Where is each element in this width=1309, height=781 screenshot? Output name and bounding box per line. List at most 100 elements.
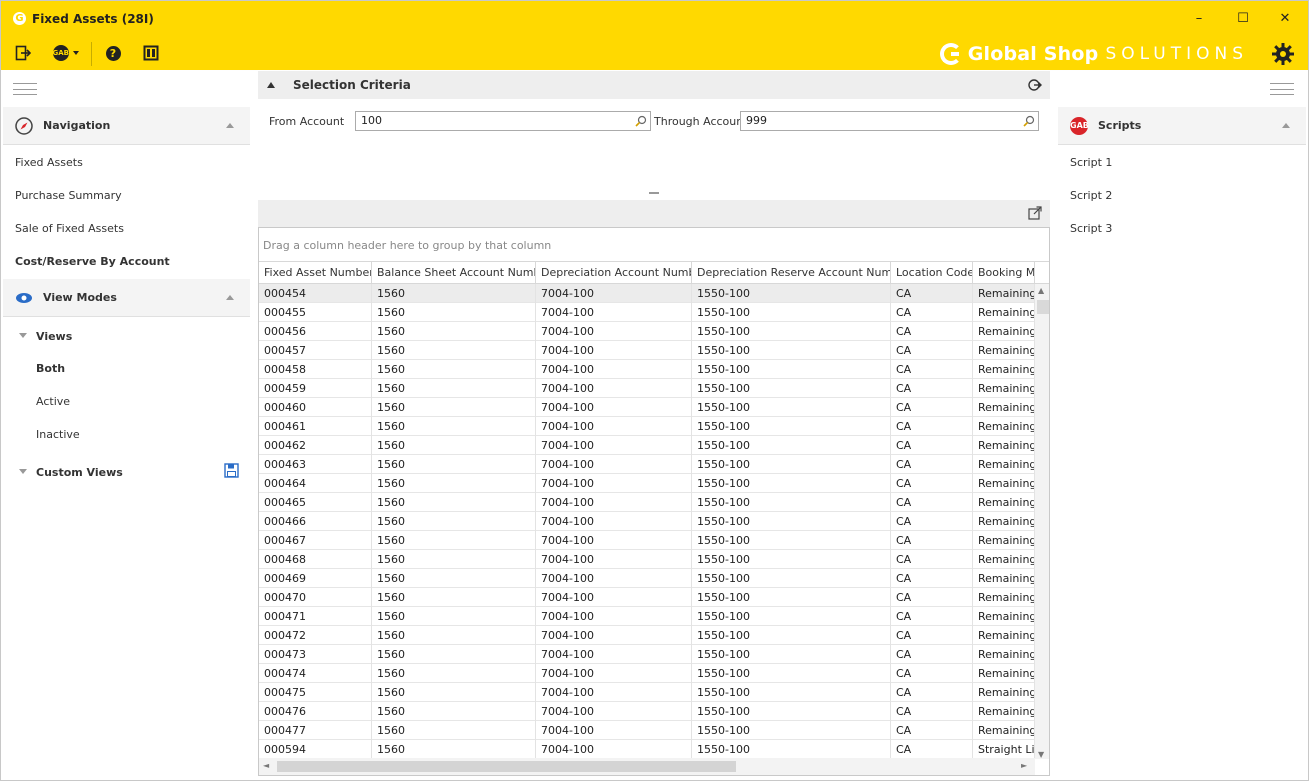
splitter-handle[interactable]	[649, 192, 659, 194]
table-cell[interactable]: 7004-100	[536, 740, 692, 759]
table-cell[interactable]: 1560	[372, 474, 536, 493]
column-header[interactable]: Depreciation Reserve Account Number	[692, 262, 891, 284]
table-cell[interactable]: 7004-100	[536, 645, 692, 664]
table-cell[interactable]: 1560	[372, 645, 536, 664]
table-cell[interactable]: 1560	[372, 683, 536, 702]
table-cell[interactable]: 000460	[259, 398, 372, 417]
table-cell[interactable]: 1550-100	[692, 512, 891, 531]
table-cell[interactable]: Remaining Life	[973, 322, 1035, 341]
table-cell[interactable]: 7004-100	[536, 360, 692, 379]
table-cell[interactable]: 1560	[372, 493, 536, 512]
nav-item-fixed-assets[interactable]: Fixed Assets	[15, 156, 83, 169]
table-cell[interactable]: 1560	[372, 569, 536, 588]
column-header[interactable]: Fixed Asset Number	[259, 262, 372, 284]
table-row[interactable]: 00045915607004-1001550-100CARemaining Li…	[259, 379, 1035, 398]
script-item-3[interactable]: Script 3	[1070, 222, 1112, 235]
table-cell[interactable]: CA	[891, 379, 973, 398]
table-cell[interactable]: 1550-100	[692, 588, 891, 607]
table-cell[interactable]: Remaining Life	[973, 531, 1035, 550]
table-cell[interactable]: 000467	[259, 531, 372, 550]
table-cell[interactable]: CA	[891, 284, 973, 303]
table-cell[interactable]: 1550-100	[692, 626, 891, 645]
table-row[interactable]: 00047015607004-1001550-100CARemaining Li…	[259, 588, 1035, 607]
search-icon[interactable]	[635, 115, 647, 127]
table-row[interactable]: 00047715607004-1001550-100CARemaining Li…	[259, 721, 1035, 740]
table-cell[interactable]: 7004-100	[536, 398, 692, 417]
table-cell[interactable]: 000477	[259, 721, 372, 740]
table-cell[interactable]: 1550-100	[692, 569, 891, 588]
table-cell[interactable]: 000474	[259, 664, 372, 683]
table-row[interactable]: 00045615607004-1001550-100CARemaining Li…	[259, 322, 1035, 341]
vertical-scrollbar[interactable]: ▲ ▼	[1035, 284, 1049, 759]
table-cell[interactable]: Remaining Life	[973, 626, 1035, 645]
table-cell[interactable]: Remaining Life	[973, 645, 1035, 664]
table-cell[interactable]: 000473	[259, 645, 372, 664]
column-header[interactable]: Balance Sheet Account Number	[372, 262, 536, 284]
table-cell[interactable]: 000456	[259, 322, 372, 341]
table-cell[interactable]: CA	[891, 303, 973, 322]
table-cell[interactable]: 1550-100	[692, 284, 891, 303]
column-header[interactable]: Booking Method	[973, 262, 1035, 284]
table-cell[interactable]: CA	[891, 607, 973, 626]
table-cell[interactable]: CA	[891, 398, 973, 417]
table-cell[interactable]: 000468	[259, 550, 372, 569]
scroll-down-icon[interactable]: ▼	[1038, 750, 1044, 759]
table-cell[interactable]: 1550-100	[692, 493, 891, 512]
table-cell[interactable]: 1550-100	[692, 702, 891, 721]
column-header[interactable]: Location Code	[891, 262, 973, 284]
table-cell[interactable]: 7004-100	[536, 721, 692, 740]
table-cell[interactable]: 000471	[259, 607, 372, 626]
table-cell[interactable]: 7004-100	[536, 284, 692, 303]
table-cell[interactable]: 1550-100	[692, 645, 891, 664]
window-layout-button[interactable]	[142, 43, 160, 63]
table-cell[interactable]: 1560	[372, 436, 536, 455]
table-cell[interactable]: 1560	[372, 607, 536, 626]
exit-button[interactable]	[13, 43, 33, 63]
table-cell[interactable]: 1560	[372, 721, 536, 740]
table-cell[interactable]: CA	[891, 531, 973, 550]
table-cell[interactable]: 7004-100	[536, 683, 692, 702]
table-cell[interactable]: Remaining Life	[973, 474, 1035, 493]
table-cell[interactable]: 1550-100	[692, 341, 891, 360]
table-cell[interactable]: 7004-100	[536, 322, 692, 341]
table-cell[interactable]: Remaining Life	[973, 303, 1035, 322]
table-cell[interactable]: 000457	[259, 341, 372, 360]
table-cell[interactable]: Straight Line	[973, 740, 1035, 759]
table-cell[interactable]: CA	[891, 512, 973, 531]
table-cell[interactable]: 7004-100	[536, 341, 692, 360]
table-cell[interactable]: CA	[891, 569, 973, 588]
collapse-selection-icon[interactable]	[267, 82, 275, 88]
table-row[interactable]: 00045415607004-1001550-100CARemaining Li…	[259, 284, 1035, 303]
table-cell[interactable]: 000459	[259, 379, 372, 398]
script-item-1[interactable]: Script 1	[1070, 156, 1112, 169]
table-row[interactable]: 00045515607004-1001550-100CARemaining Li…	[259, 303, 1035, 322]
table-cell[interactable]: CA	[891, 417, 973, 436]
nav-item-cost-reserve-by-account[interactable]: Cost/Reserve By Account	[15, 255, 170, 268]
table-row[interactable]: 00045715607004-1001550-100CARemaining Li…	[259, 341, 1035, 360]
table-cell[interactable]: 1550-100	[692, 740, 891, 759]
table-cell[interactable]: CA	[891, 588, 973, 607]
scroll-right-icon[interactable]: ►	[1021, 761, 1027, 770]
left-menu-icon[interactable]	[13, 83, 37, 95]
view-both[interactable]: Both	[36, 362, 65, 375]
table-cell[interactable]: CA	[891, 322, 973, 341]
table-cell[interactable]: CA	[891, 360, 973, 379]
table-cell[interactable]: 000461	[259, 417, 372, 436]
table-cell[interactable]: CA	[891, 740, 973, 759]
table-cell[interactable]: Remaining Life	[973, 550, 1035, 569]
table-cell[interactable]: 1560	[372, 303, 536, 322]
table-cell[interactable]: 000458	[259, 360, 372, 379]
table-cell[interactable]: 1550-100	[692, 436, 891, 455]
table-cell[interactable]: 1550-100	[692, 322, 891, 341]
table-cell[interactable]: 7004-100	[536, 379, 692, 398]
table-row[interactable]: 00059415607004-1001550-100CAStraight Lin…	[259, 740, 1035, 759]
navigation-group-header[interactable]: Navigation	[3, 107, 250, 145]
table-cell[interactable]: 1560	[372, 379, 536, 398]
table-cell[interactable]: 1560	[372, 455, 536, 474]
table-cell[interactable]: CA	[891, 683, 973, 702]
table-cell[interactable]: 1560	[372, 626, 536, 645]
table-cell[interactable]: 1560	[372, 284, 536, 303]
table-cell[interactable]: Remaining Life	[973, 398, 1035, 417]
table-cell[interactable]: 7004-100	[536, 702, 692, 721]
gab-dropdown-button[interactable]: GAB	[51, 43, 81, 63]
